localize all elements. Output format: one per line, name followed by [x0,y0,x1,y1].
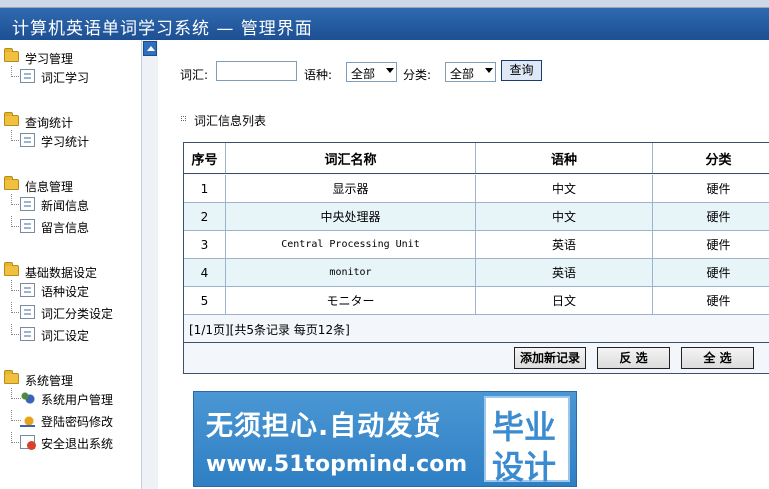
sidebar: 学习管理 词汇学习 查询统计 学习统计 信息管理 新闻信息 留言信息 基础数据设… [0,40,141,489]
invert-selection-button[interactable]: 反 选 [597,347,670,369]
banner-url: www.51topmind.com [206,452,468,477]
folder-icon [4,262,19,276]
page-icon [20,69,35,83]
query-button[interactable]: 查询 [501,60,542,81]
table-row[interactable]: 1 显示器 中文 硬件 [184,175,769,203]
folder-icon [4,112,19,126]
users-icon [20,391,35,405]
sidebar-scrollbar[interactable] [141,40,158,489]
add-record-button[interactable]: 添加新记录 [514,347,586,369]
column-header: 序号 [184,143,226,173]
table-row[interactable]: 3 Central Processing Unit 英语 硬件 [184,231,769,259]
page-icon [20,283,35,297]
column-header: 语种 [476,143,653,173]
page-icon [20,133,35,147]
key-icon [20,413,35,427]
app-header: 计算机英语单词学习系统 — 管理界面 [0,8,769,40]
dropdown-arrow-icon [485,68,493,73]
ad-banner[interactable]: 无须担心.自动发货 www.51topmind.com 毕业 设计 [193,391,577,487]
category-label: 分类: [403,68,432,82]
scroll-up-arrow-icon[interactable] [143,41,157,56]
list-title: 词汇信息列表 [194,114,267,128]
select-all-button[interactable]: 全 选 [681,347,754,369]
pagination-info: [1/1页][共5条记录 每页12条] [189,323,350,337]
page-icon [20,197,35,211]
banner-slogan: 无须担心.自动发货 [206,411,442,442]
column-header: 词汇名称 [226,143,476,173]
table-row[interactable]: 4 monitor 英语 硬件 [184,259,769,287]
column-header: 分类 [705,152,732,168]
category-select[interactable]: 全部 [445,62,496,82]
folder-icon [4,176,19,190]
divider [184,342,769,343]
page-title: 计算机英语单词学习系统 — 管理界面 [12,19,313,39]
language-select[interactable]: 全部 [346,62,397,82]
dropdown-arrow-icon [386,68,394,73]
page-icon [20,305,35,319]
table-row[interactable]: 2 中央处理器 中文 硬件 [184,203,769,231]
table-header: 序号 词汇名称 语种 分类 [184,143,769,174]
list-bullet-icon [181,116,186,121]
table-row[interactable]: 5 モニター 日文 硬件 [184,287,769,315]
top-menu-strip [0,0,769,8]
language-label: 语种: [304,68,333,82]
folder-icon [4,48,19,62]
banner-badge: 毕业 设计 [484,396,570,486]
folder-icon [4,370,19,384]
logout-icon [20,435,36,450]
main-content: 词汇: 语种: 全部 分类: 全部 查询 词汇信息列表 序号 词汇名称 语种 分… [158,40,769,489]
word-search-input[interactable] [216,61,297,81]
word-label: 词汇: [180,68,209,82]
vocab-table: 序号 词汇名称 语种 分类 1 显示器 中文 硬件 2 中央处理器 中文 硬件 … [183,142,769,374]
message-icon [20,219,35,233]
page-icon [20,327,35,341]
